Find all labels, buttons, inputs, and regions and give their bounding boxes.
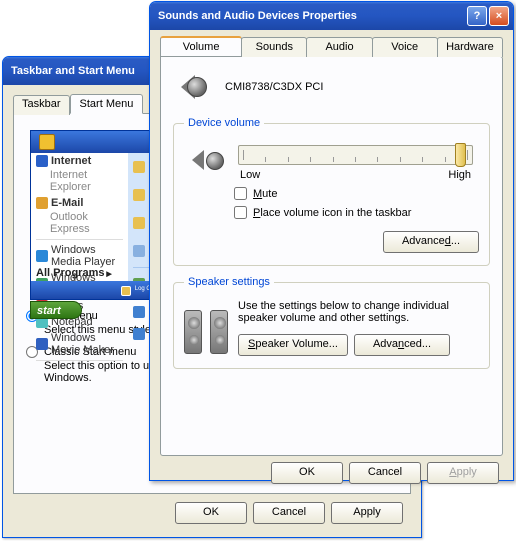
speaker-volume-button[interactable]: Speaker Volume... xyxy=(238,334,348,356)
device-volume-group: Device volume xyxy=(173,117,490,266)
front-tabs: Volume Sounds Audio Voice Hardware xyxy=(160,36,503,56)
low-label: Low xyxy=(240,169,260,181)
speaker-settings-legend: Speaker settings xyxy=(184,276,274,288)
volume-speaker-icon xyxy=(190,148,226,178)
speaker-icon xyxy=(179,71,211,103)
back-button-row: OK Cancel Apply xyxy=(13,494,411,524)
high-label: High xyxy=(448,169,471,181)
tray-icon-label: Place volume icon in the taskbar xyxy=(253,207,411,219)
device-volume-legend: Device volume xyxy=(184,117,264,129)
device-advanced-button[interactable]: Advanced... xyxy=(383,231,479,253)
back-ok-button[interactable]: OK xyxy=(175,502,247,524)
front-apply-button[interactable]: Apply xyxy=(427,462,499,484)
sounds-audio-window: Sounds and Audio Devices Properties ? × … xyxy=(149,1,514,481)
back-apply-button[interactable]: Apply xyxy=(331,502,403,524)
tab-startmenu[interactable]: Start Menu xyxy=(70,94,144,114)
device-name: CMI8738/C3DX PCI xyxy=(225,81,323,93)
tab-hardware[interactable]: Hardware xyxy=(437,37,503,57)
front-title: Sounds and Audio Devices Properties xyxy=(158,10,357,22)
tray-icon-checkbox[interactable] xyxy=(234,206,247,219)
tab-volume[interactable]: Volume xyxy=(160,36,242,56)
back-title: Taskbar and Start Menu xyxy=(11,65,135,77)
volume-panel: CMI8738/C3DX PCI Device volume xyxy=(160,56,503,456)
volume-slider[interactable] xyxy=(238,145,473,165)
mute-label: Mute xyxy=(253,188,277,200)
volume-slider-thumb[interactable] xyxy=(455,143,466,167)
speaker-settings-group: Speaker settings Use the settings below … xyxy=(173,276,490,369)
close-icon: × xyxy=(496,10,502,22)
front-ok-button[interactable]: OK xyxy=(271,462,343,484)
start-button-preview: start xyxy=(30,301,82,319)
tab-sounds[interactable]: Sounds xyxy=(241,37,307,57)
help-icon: ? xyxy=(474,10,481,22)
speaker-advanced-button[interactable]: Advanced... xyxy=(354,334,450,356)
tab-audio[interactable]: Audio xyxy=(306,37,372,57)
close-button[interactable]: × xyxy=(489,6,509,26)
speakers-icon xyxy=(184,298,228,354)
front-button-row: OK Cancel Apply xyxy=(160,456,503,484)
front-titlebar[interactable]: Sounds and Audio Devices Properties ? × xyxy=(150,2,513,30)
front-cancel-button[interactable]: Cancel xyxy=(349,462,421,484)
help-button[interactable]: ? xyxy=(467,6,487,26)
mute-checkbox[interactable] xyxy=(234,187,247,200)
back-cancel-button[interactable]: Cancel xyxy=(253,502,325,524)
tab-taskbar[interactable]: Taskbar xyxy=(13,95,70,115)
tab-voice[interactable]: Voice xyxy=(372,37,438,57)
speaker-text: Use the settings below to change individ… xyxy=(238,300,479,324)
